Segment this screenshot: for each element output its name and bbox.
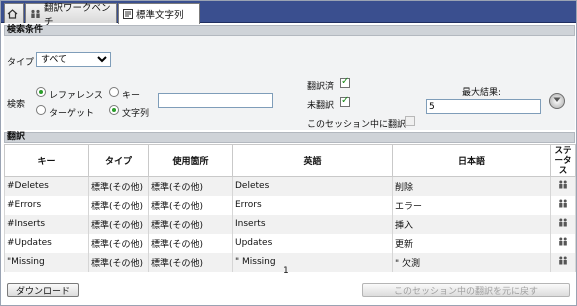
tab-bar: 翻訳ワークベンチ 標準文字列 xyxy=(1,1,576,28)
table-row[interactable]: "Missing 標準(その他) 標準(その他) " Missing " 欠測 xyxy=(4,252,576,272)
status-people-icon xyxy=(558,199,568,211)
cell-japanese[interactable]: " 欠測 xyxy=(392,252,551,272)
cell-status[interactable] xyxy=(550,252,576,272)
cell-status[interactable] xyxy=(550,195,576,215)
translated-checkbox[interactable] xyxy=(340,76,350,88)
cell-usage: 標準(その他) xyxy=(148,214,233,234)
cell-key: "Missing xyxy=(4,252,89,272)
cell-english: " Missing xyxy=(232,252,393,272)
table-row[interactable]: #Errors 標準(その他) 標準(その他) Errors エラー xyxy=(4,195,576,215)
col-header-type[interactable]: タイプ xyxy=(88,144,149,177)
max-results-input[interactable] xyxy=(426,99,541,114)
max-results-label: 最大結果: xyxy=(462,88,502,98)
radio-reference-label: レファレンス xyxy=(49,91,103,101)
tab-home[interactable] xyxy=(4,3,24,23)
home-icon xyxy=(7,8,18,19)
cell-type: 標準(その他) xyxy=(88,233,149,253)
results-table: キー タイプ 使用箇所 英語 日本語 ステータス #Deletes 標準(その他… xyxy=(4,144,576,272)
col-header-english[interactable]: 英語 xyxy=(232,144,393,177)
col-header-usage[interactable]: 使用箇所 xyxy=(148,144,233,177)
cell-key: #Updates xyxy=(4,233,89,253)
cell-usage: 標準(その他) xyxy=(148,195,233,215)
table-row[interactable]: #Deletes 標準(その他) 標準(その他) Deletes 削除 xyxy=(4,176,576,196)
search-go-button[interactable] xyxy=(549,93,565,109)
revert-session-translations-button[interactable]: このセッション中の翻訳を元に戻す xyxy=(362,283,570,297)
page-number[interactable]: 1 xyxy=(283,266,289,276)
cell-type: 標準(その他) xyxy=(88,195,149,215)
type-label: タイプ xyxy=(7,58,35,68)
cell-type: 標準(その他) xyxy=(88,214,149,234)
tab-label: 翻訳ワークベンチ xyxy=(44,2,111,28)
cell-japanese[interactable]: エラー xyxy=(392,195,551,215)
cell-key: #Errors xyxy=(4,195,89,215)
radio-string-label: 文字列 xyxy=(122,109,150,119)
radio-string[interactable] xyxy=(109,105,119,115)
cell-english: Updates xyxy=(232,233,393,253)
cell-key: #Deletes xyxy=(4,176,89,196)
table-header-row: キー タイプ 使用箇所 英語 日本語 ステータス xyxy=(4,144,576,177)
table-row[interactable]: #Updates 標準(その他) 標準(その他) Updates 更新 xyxy=(4,233,576,253)
cell-japanese[interactable]: 更新 xyxy=(392,233,551,253)
col-header-status[interactable]: ステータス xyxy=(550,144,576,177)
tab-standard-strings[interactable]: 標準文字列 xyxy=(118,3,200,24)
status-people-icon xyxy=(558,180,568,192)
tab-label: 標準文字列 xyxy=(136,10,184,21)
results-section-header: 翻訳 xyxy=(4,132,575,143)
search-input[interactable] xyxy=(158,93,273,108)
search-section-header: 検索条件 xyxy=(4,25,575,36)
download-button[interactable]: ダウンロード xyxy=(7,283,79,297)
search-label: 検索 xyxy=(7,100,26,110)
col-header-key[interactable]: キー xyxy=(4,144,89,177)
cell-type: 標準(その他) xyxy=(88,176,149,196)
col-header-japanese[interactable]: 日本語 xyxy=(392,144,551,177)
document-icon xyxy=(123,9,133,19)
type-select[interactable]: すべて xyxy=(36,52,111,67)
radio-key-label: キー xyxy=(122,91,141,101)
cell-english: Errors xyxy=(232,195,393,215)
session-translated-label: このセッション中に翻訳 xyxy=(307,120,407,130)
cell-status[interactable] xyxy=(550,214,576,234)
cell-key: #Inserts xyxy=(4,214,89,234)
untranslated-checkbox[interactable] xyxy=(340,95,350,107)
radio-target[interactable] xyxy=(36,105,46,115)
app-window: 翻訳ワークベンチ 標準文字列 検索条件 タイプ すべて 検索 レファレンス キー… xyxy=(0,0,577,306)
untranslated-label: 未翻訳 xyxy=(307,101,335,111)
table-row[interactable]: #Inserts 標準(その他) 標準(その他) Inserts 挿入 xyxy=(4,214,576,234)
cell-japanese[interactable]: 削除 xyxy=(392,176,551,196)
cell-usage: 標準(その他) xyxy=(148,233,233,253)
status-people-icon xyxy=(558,256,568,268)
cell-status[interactable] xyxy=(550,233,576,253)
cell-usage: 標準(その他) xyxy=(148,176,233,196)
radio-key[interactable] xyxy=(109,87,119,97)
radio-target-label: ターゲット xyxy=(49,109,95,119)
status-people-icon xyxy=(558,218,568,230)
cell-usage: 標準(その他) xyxy=(148,252,233,272)
session-translated-checkbox[interactable] xyxy=(405,116,415,126)
chevron-down-icon xyxy=(553,96,561,106)
cell-english: Deletes xyxy=(232,176,393,196)
cell-japanese[interactable]: 挿入 xyxy=(392,214,551,234)
status-people-icon xyxy=(558,237,568,249)
tab-translation-workbench[interactable]: 翻訳ワークベンチ xyxy=(25,3,117,28)
cell-type: 標準(その他) xyxy=(88,252,149,272)
cell-english: Inserts xyxy=(232,214,393,234)
cell-status[interactable] xyxy=(550,176,576,196)
radio-reference[interactable] xyxy=(36,87,46,97)
people-icon xyxy=(30,9,41,19)
translated-label: 翻訳済 xyxy=(307,82,335,92)
